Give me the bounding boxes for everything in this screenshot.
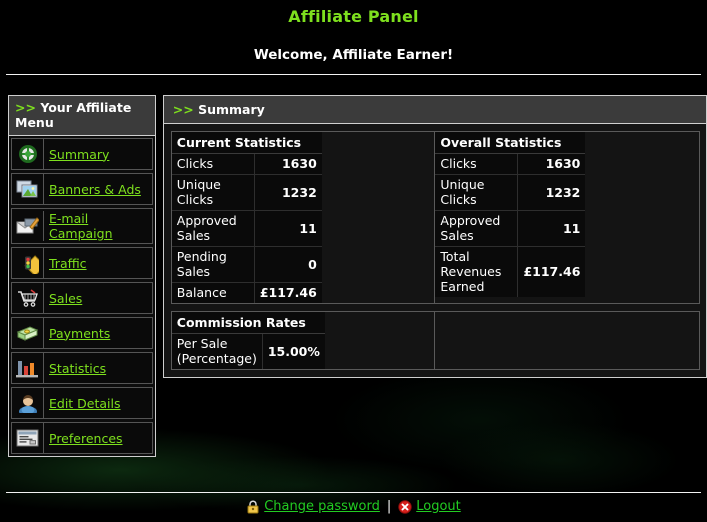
table-row: Approved Sales 11 bbox=[171, 210, 322, 247]
row-label: Total Revenues Earned bbox=[435, 246, 519, 297]
content-heading: >> Summary bbox=[163, 96, 706, 124]
page-title: Affiliate Panel bbox=[288, 7, 419, 26]
traffic-light-icon bbox=[12, 248, 44, 278]
current-statistics-title: Current Statistics bbox=[171, 132, 322, 154]
sidebar: >> Your Affiliate Menu Summary Banners &… bbox=[8, 95, 156, 457]
table-row: Clicks 1630 bbox=[171, 153, 322, 175]
shopping-cart-icon bbox=[12, 283, 44, 313]
table-row: Balance £117.46 bbox=[171, 282, 322, 303]
sidebar-item-statistics[interactable]: Statistics bbox=[11, 352, 153, 384]
main-body: >> Your Affiliate Menu Summary Banners &… bbox=[0, 95, 707, 457]
sidebar-heading: >> Your Affiliate Menu bbox=[9, 96, 155, 136]
row-label: Clicks bbox=[435, 153, 519, 175]
row-label: Per Sale (Percentage) bbox=[171, 333, 263, 369]
row-value: 1232 bbox=[254, 174, 322, 211]
row-value: 11 bbox=[517, 210, 586, 247]
footer-separator: | bbox=[386, 499, 392, 514]
row-value: £117.46 bbox=[517, 246, 586, 297]
change-password-label: Change password bbox=[264, 499, 380, 514]
table-header-row: Overall Statistics bbox=[435, 132, 586, 154]
close-icon bbox=[398, 499, 412, 514]
page-footer: Change password | Logout bbox=[0, 492, 707, 522]
sidebar-item-label: Sales bbox=[49, 290, 83, 306]
current-statistics-column: Current Statistics Clicks 1630 Unique Cl… bbox=[171, 132, 436, 303]
row-value: 1630 bbox=[254, 153, 322, 175]
sidebar-item-label: Banners & Ads bbox=[49, 181, 141, 197]
table-row: Unique Clicks 1232 bbox=[435, 174, 586, 211]
overall-statistics-table: Overall Statistics Clicks 1630 Unique Cl… bbox=[435, 132, 586, 297]
sidebar-item-label: E-mail Campaign bbox=[49, 211, 113, 241]
images-icon bbox=[12, 174, 44, 204]
row-value: 1630 bbox=[517, 153, 586, 175]
row-label: Pending Sales bbox=[171, 246, 255, 283]
row-label: Unique Clicks bbox=[435, 174, 519, 211]
form-window-icon bbox=[12, 423, 44, 453]
current-statistics-table: Current Statistics Clicks 1630 Unique Cl… bbox=[171, 132, 322, 303]
sidebar-item-banners-ads[interactable]: Banners & Ads bbox=[11, 173, 153, 205]
header-divider bbox=[6, 74, 701, 75]
sidebar-item-summary[interactable]: Summary bbox=[11, 138, 153, 170]
commission-rates-column: Commission Rates Per Sale (Percentage) 1… bbox=[171, 312, 436, 369]
sidebar-item-label: Traffic bbox=[49, 255, 87, 271]
table-header-row: Commission Rates bbox=[171, 312, 325, 334]
sidebar-item-traffic[interactable]: Traffic bbox=[11, 247, 153, 279]
table-row: Total Revenues Earned £117.46 bbox=[435, 246, 586, 297]
globe-icon bbox=[12, 139, 44, 169]
commission-rates-empty-column bbox=[435, 312, 699, 369]
footer-links: Change password | Logout bbox=[0, 493, 707, 522]
commission-rates-block: Commission Rates Per Sale (Percentage) 1… bbox=[170, 311, 700, 370]
sidebar-item-label: Payments bbox=[49, 325, 111, 341]
row-value: £117.46 bbox=[254, 282, 322, 303]
sidebar-item-edit-details[interactable]: Edit Details bbox=[11, 387, 153, 419]
row-value: 15.00% bbox=[262, 333, 325, 369]
table-row: Clicks 1630 bbox=[435, 153, 586, 175]
sidebar-item-label: Preferences bbox=[49, 430, 123, 446]
sidebar-item-label: Summary bbox=[49, 146, 110, 162]
sidebar-item-payments[interactable]: Payments bbox=[11, 317, 153, 349]
logout-link[interactable]: Logout bbox=[398, 499, 461, 514]
user-icon bbox=[12, 388, 44, 418]
content-heading-text: Summary bbox=[198, 102, 265, 117]
sidebar-heading-arrows: >> bbox=[15, 100, 36, 115]
row-value: 1232 bbox=[517, 174, 586, 211]
overall-statistics-column: Overall Statistics Clicks 1630 Unique Cl… bbox=[435, 132, 699, 303]
logout-label: Logout bbox=[416, 499, 461, 514]
bar-chart-icon bbox=[12, 353, 44, 383]
statistics-block: Current Statistics Clicks 1630 Unique Cl… bbox=[170, 131, 700, 304]
table-row: Unique Clicks 1232 bbox=[171, 174, 322, 211]
content-heading-arrows: >> bbox=[172, 102, 194, 117]
content-inner: Current Statistics Clicks 1630 Unique Cl… bbox=[164, 124, 706, 377]
sidebar-item-label: Edit Details bbox=[49, 395, 121, 411]
email-pencil-icon bbox=[12, 211, 44, 241]
content-panel: >> Summary Current Statistics Clicks 163… bbox=[162, 95, 707, 378]
sidebar-item-label: Statistics bbox=[49, 360, 107, 376]
row-label: Balance bbox=[171, 282, 255, 303]
affiliate-panel-page: Affiliate Panel Welcome, Affiliate Earne… bbox=[0, 0, 707, 522]
row-label: Clicks bbox=[171, 153, 255, 175]
sidebar-menu-list: Summary Banners & Ads E-mail Campaign Tr… bbox=[9, 136, 155, 456]
table-row: Pending Sales 0 bbox=[171, 246, 322, 283]
row-label: Approved Sales bbox=[435, 210, 519, 247]
row-value: 11 bbox=[254, 210, 322, 247]
sidebar-item-email-campaign[interactable]: E-mail Campaign bbox=[11, 208, 153, 244]
row-label: Unique Clicks bbox=[171, 174, 255, 211]
sidebar-item-sales[interactable]: Sales bbox=[11, 282, 153, 314]
commission-rates-table: Commission Rates Per Sale (Percentage) 1… bbox=[171, 312, 325, 369]
row-value: 0 bbox=[254, 246, 322, 283]
commission-rates-title: Commission Rates bbox=[171, 312, 325, 334]
sidebar-item-preferences[interactable]: Preferences bbox=[11, 422, 153, 454]
table-row: Per Sale (Percentage) 15.00% bbox=[171, 333, 325, 369]
table-row: Approved Sales 11 bbox=[435, 210, 586, 247]
money-icon bbox=[12, 318, 44, 348]
page-header: Affiliate Panel Welcome, Affiliate Earne… bbox=[0, 0, 707, 75]
table-header-row: Current Statistics bbox=[171, 132, 322, 154]
lock-icon bbox=[246, 500, 260, 514]
row-label: Approved Sales bbox=[171, 210, 255, 247]
overall-statistics-title: Overall Statistics bbox=[435, 132, 586, 154]
welcome-message: Welcome, Affiliate Earner! bbox=[253, 47, 454, 63]
change-password-link[interactable]: Change password bbox=[246, 499, 380, 514]
